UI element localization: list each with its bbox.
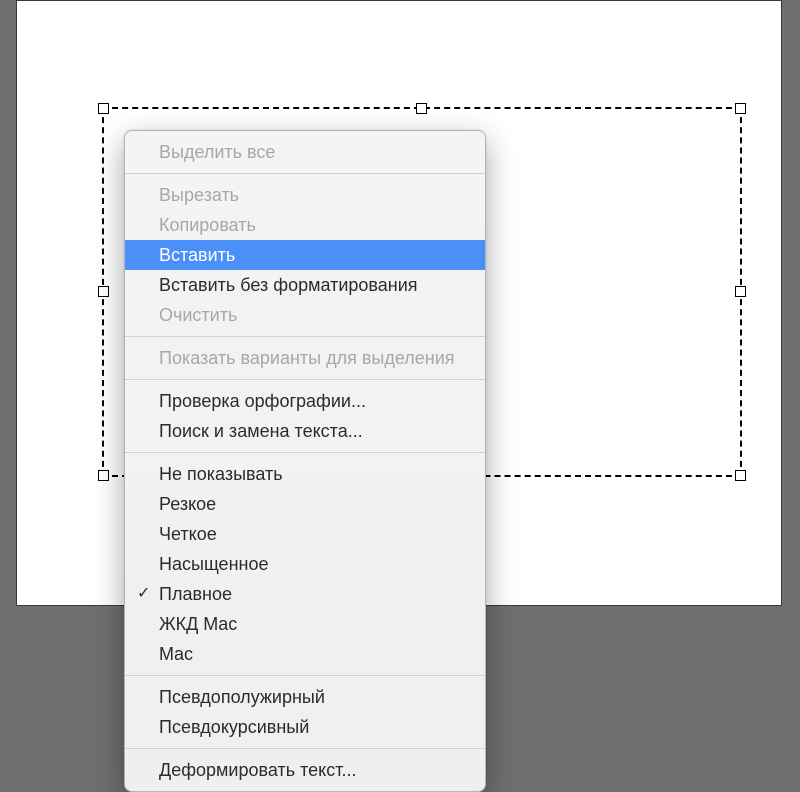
menu-item-label: Вырезать	[159, 184, 239, 206]
menu-item[interactable]: ✓ Плавное	[125, 579, 485, 609]
menu-separator	[125, 675, 485, 676]
menu-separator	[125, 173, 485, 174]
menu-item: Показать варианты для выделения	[125, 343, 485, 373]
menu-item-label: Показать варианты для выделения	[159, 347, 455, 369]
menu-item[interactable]: Не показывать	[125, 459, 485, 489]
menu-item-label: Псевдополужирный	[159, 686, 325, 708]
menu-separator	[125, 452, 485, 453]
menu-item-label: Псевдокурсивный	[159, 716, 309, 738]
menu-item-label: Вставить	[159, 244, 235, 266]
resize-handle-bottom-left[interactable]	[98, 470, 109, 481]
context-menu[interactable]: Выделить все Вырезать Копировать Вставить Вс…	[124, 130, 486, 792]
resize-handle-top-right[interactable]	[735, 103, 746, 114]
resize-handle-middle-right[interactable]	[735, 286, 746, 297]
check-icon: ✓	[137, 583, 150, 605]
menu-item[interactable]: Псевдокурсивный	[125, 712, 485, 742]
resize-handle-bottom-right[interactable]	[735, 470, 746, 481]
menu-item-label: Проверка орфографии...	[159, 390, 366, 412]
menu-item-label: Насыщенное	[159, 553, 268, 575]
menu-item-label: Четкое	[159, 523, 217, 545]
menu-item: Очистить	[125, 300, 485, 330]
menu-item[interactable]: Резкое	[125, 489, 485, 519]
menu-item[interactable]: ЖКД Mac	[125, 609, 485, 639]
menu-item-label: Выделить все	[159, 141, 275, 163]
menu-item-label: Плавное	[159, 583, 232, 605]
menu-separator	[125, 379, 485, 380]
menu-item-label: Поиск и замена текста...	[159, 420, 363, 442]
menu-item[interactable]: Вставить без форматирования	[125, 270, 485, 300]
menu-item-label: ЖКД Mac	[159, 613, 237, 635]
menu-item-label: Очистить	[159, 304, 237, 326]
menu-item[interactable]: Деформировать текст...	[125, 755, 485, 785]
menu-item[interactable]: Вставить	[125, 240, 485, 270]
menu-item-label: Не показывать	[159, 463, 283, 485]
menu-item[interactable]: Mac	[125, 639, 485, 669]
menu-item-label: Резкое	[159, 493, 216, 515]
menu-item: Копировать	[125, 210, 485, 240]
menu-item[interactable]: Проверка орфографии...	[125, 386, 485, 416]
menu-item[interactable]: Псевдополужирный	[125, 682, 485, 712]
menu-item: Вырезать	[125, 180, 485, 210]
menu-item[interactable]: Поиск и замена текста...	[125, 416, 485, 446]
resize-handle-middle-left[interactable]	[98, 286, 109, 297]
menu-item[interactable]: Четкое	[125, 519, 485, 549]
menu-item: Выделить все	[125, 137, 485, 167]
menu-separator	[125, 748, 485, 749]
menu-item-label: Mac	[159, 643, 193, 665]
menu-item-label: Копировать	[159, 214, 256, 236]
menu-item-label: Вставить без форматирования	[159, 274, 418, 296]
resize-handle-top-left[interactable]	[98, 103, 109, 114]
menu-item[interactable]: Насыщенное	[125, 549, 485, 579]
resize-handle-top-center[interactable]	[416, 103, 427, 114]
menu-separator	[125, 336, 485, 337]
